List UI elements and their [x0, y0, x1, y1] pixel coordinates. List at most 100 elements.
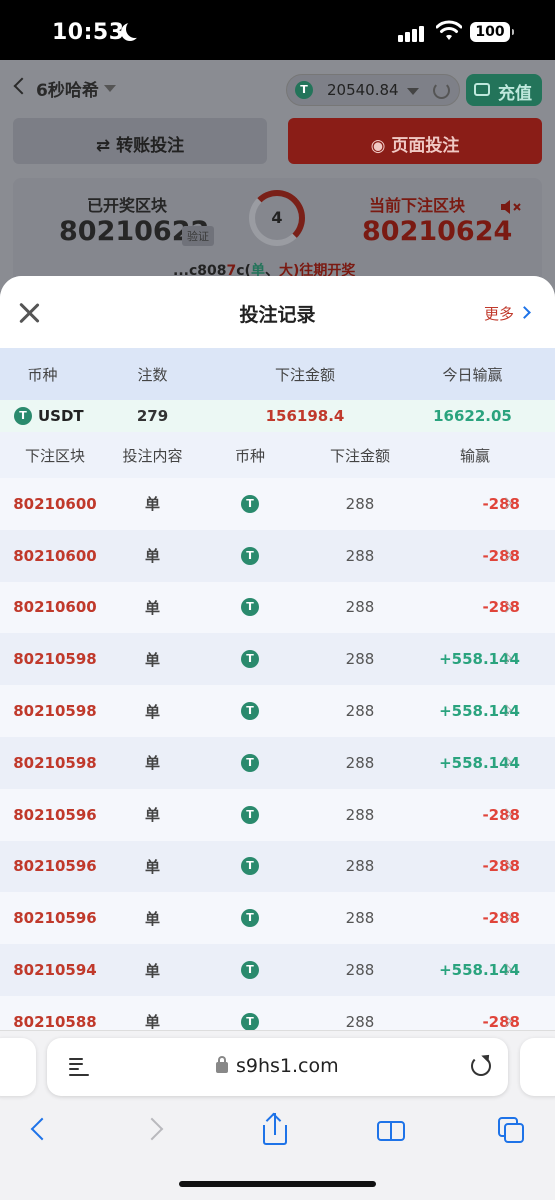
record-row[interactable]: 80210598 单 T 288 +558.144: [0, 736, 555, 789]
record-row[interactable]: 80210596 单 T 288 -288: [0, 788, 555, 841]
summary-header-amount: 下注金额: [274, 365, 335, 384]
record-amount: 288: [345, 909, 375, 928]
summary-header-row: 币种 注数 下注金额 今日输赢: [0, 348, 555, 400]
current-block-number: 80210624: [362, 216, 513, 247]
record-amount: 288: [345, 702, 375, 721]
record-result: -288: [482, 805, 520, 824]
record-block: 80210596: [13, 857, 97, 876]
refresh-icon[interactable]: [433, 82, 450, 99]
bookmarks-icon[interactable]: [374, 1113, 410, 1149]
chevron-down-icon[interactable]: [104, 85, 116, 92]
record-block: 80210600: [13, 494, 97, 513]
record-result: -288: [482, 598, 520, 617]
summary-row: T USDT 279 156198.4 16622.05: [0, 400, 555, 432]
record-block: 80210588: [13, 1012, 97, 1030]
record-currency: T: [205, 685, 295, 737]
forward-icon[interactable]: [140, 1113, 176, 1149]
record-currency: T: [205, 633, 295, 685]
tabs-icon[interactable]: [494, 1113, 530, 1149]
header-content: 投注内容: [122, 446, 183, 465]
previous-tab[interactable]: [0, 1038, 36, 1096]
app-header: 6秒哈希 T 20540.84 充值: [0, 60, 555, 118]
record-result: -288: [482, 857, 520, 876]
record-row[interactable]: 80210600 单 T 288 -288: [0, 478, 555, 530]
record-row[interactable]: 80210600 单 T 288 -288: [0, 529, 555, 582]
record-row[interactable]: 80210588 单 T 288 -288: [0, 995, 555, 1030]
header-result: 输赢: [459, 446, 490, 465]
page-menu-icon[interactable]: [69, 1057, 89, 1077]
record-currency: T: [205, 478, 295, 530]
record-currency: T: [205, 582, 295, 634]
record-amount: 288: [345, 857, 375, 876]
current-block-label: 当前下注区块: [369, 196, 466, 215]
record-amount: 288: [345, 753, 375, 772]
recharge-button[interactable]: 充值: [466, 74, 542, 106]
tether-icon: T: [241, 546, 259, 565]
verify-button[interactable]: 验证: [182, 226, 214, 246]
record-row[interactable]: 80210598 单 T 288 +558.144: [0, 685, 555, 737]
summary-today-pl: 16622.05: [433, 407, 512, 425]
cellular-signal-icon: [398, 24, 426, 42]
back-arrow-icon[interactable]: [13, 77, 31, 95]
page-bet-button[interactable]: ◉ 页面投注: [288, 118, 542, 164]
summary-header-today-pl: 今日输赢: [442, 365, 503, 384]
wallet-icon: [474, 83, 490, 96]
record-row[interactable]: 80210600 单 T 288 -288: [0, 581, 555, 634]
url-text[interactable]: s9hs1.com: [236, 1055, 339, 1077]
record-result: -288: [482, 909, 520, 928]
tether-icon: T: [241, 753, 259, 772]
records-list: 80210600 单 T 288 -288 80210600 单 T 288 -288 802106…: [0, 478, 555, 1030]
tether-icon: T: [241, 805, 259, 824]
summary-amount: 156198.4: [265, 407, 345, 425]
bet-records-modal: 投注记录 更多 币种 注数 下注金额 今日输赢 T USDT 279 15619…: [0, 276, 555, 1030]
tether-icon: T: [241, 1012, 259, 1030]
transfer-bet-button[interactable]: ⇄ 转账投注: [13, 118, 267, 164]
balance-selector[interactable]: T 20540.84: [286, 74, 460, 106]
record-content: 单: [144, 1013, 160, 1030]
header-amount: 下注金额: [329, 446, 390, 465]
record-row[interactable]: 80210596 单 T 288 -288: [0, 840, 555, 893]
record-block: 80210600: [13, 546, 97, 565]
game-title[interactable]: 6秒哈希: [36, 76, 99, 101]
record-content: 单: [144, 598, 160, 617]
record-amount: 288: [345, 546, 375, 565]
lock-icon: [216, 1056, 228, 1073]
record-block: 80210600: [13, 598, 97, 617]
header-block: 下注区块: [24, 446, 85, 465]
chevron-down-icon: [407, 88, 419, 95]
record-row[interactable]: 80210598 单 T 288 +558.144: [0, 633, 555, 686]
record-content: 单: [144, 650, 160, 669]
address-bar[interactable]: s9hs1.com: [47, 1038, 508, 1096]
reload-icon[interactable]: [471, 1056, 491, 1076]
record-result: +558.144: [439, 753, 520, 772]
record-currency: T: [205, 892, 295, 944]
record-block: 80210598: [13, 753, 97, 772]
record-content: 单: [144, 702, 160, 721]
page-bet-label: 页面投注: [391, 136, 460, 156]
moon-icon: [126, 20, 144, 38]
transfer-bet-label: 转账投注: [116, 136, 185, 156]
status-time: 10:53: [52, 20, 125, 45]
next-tab[interactable]: [520, 1038, 555, 1096]
record-amount: 288: [345, 961, 375, 980]
back-icon[interactable]: [20, 1113, 56, 1149]
recharge-label: 充值: [498, 84, 532, 104]
tether-icon: T: [241, 702, 259, 721]
header-currency: 币种: [234, 446, 265, 465]
balance-value: 20540.84: [327, 81, 399, 99]
record-content: 单: [144, 547, 160, 566]
share-icon[interactable]: [257, 1112, 293, 1149]
summary-header-count: 注数: [137, 365, 168, 384]
record-block: 80210596: [13, 909, 97, 928]
record-result: -288: [482, 1012, 520, 1030]
tether-icon: T: [241, 961, 259, 980]
record-row[interactable]: 80210596 单 T 288 -288: [0, 892, 555, 945]
record-currency: T: [205, 841, 295, 893]
record-row[interactable]: 80210594 单 T 288 +558.144: [0, 944, 555, 996]
more-link[interactable]: 更多: [484, 303, 514, 324]
records-header-row: 下注区块 投注内容 币种 下注金额 输赢: [0, 432, 555, 478]
record-currency: T: [205, 737, 295, 789]
record-amount: 288: [345, 494, 375, 513]
summary-count: 279: [136, 407, 169, 425]
mute-icon[interactable]: [500, 198, 522, 216]
